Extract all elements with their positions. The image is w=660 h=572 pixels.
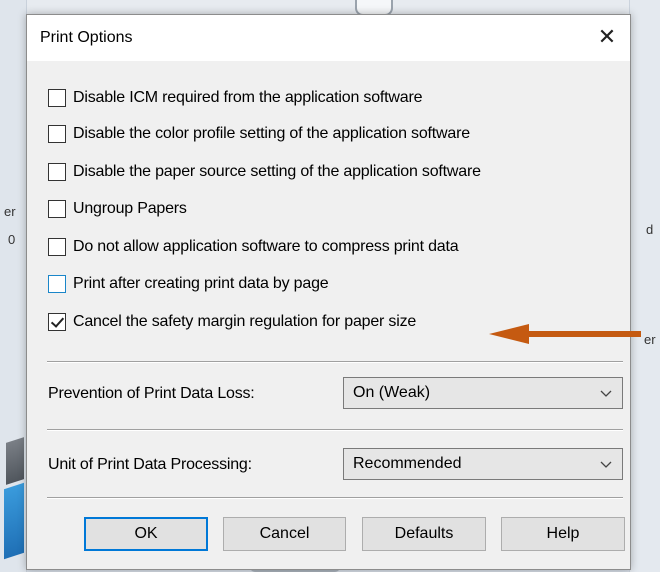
checkbox[interactable] [48,163,66,181]
checkbox[interactable] [48,238,66,256]
dialog-title: Print Options [40,29,133,46]
option-label: Print after creating print data by page [73,275,329,292]
print-options-dialog: Print Options ✕ Disable ICM required fro… [26,14,641,570]
option-label: Disable the paper source setting of the … [73,163,481,180]
separator [47,497,623,499]
arrow-shaft [523,331,641,337]
separator [47,429,623,431]
unit-value: Recommended [353,455,462,472]
option-cancel-safety-margin[interactable]: Cancel the safety margin regulation for … [48,311,416,333]
cancel-button[interactable]: Cancel [223,517,346,551]
option-no-compress[interactable]: Do not allow application software to com… [48,236,459,258]
checkbox-checked[interactable] [48,313,66,331]
background-window-right [629,0,660,572]
dialog-titlebar: Print Options ✕ [27,15,630,61]
option-disable-paper-source[interactable]: Disable the paper source setting of the … [48,161,481,183]
option-print-after-creating[interactable]: Print after creating print data by page [48,273,329,295]
defaults-button[interactable]: Defaults [362,517,486,551]
background-graphic-blue [4,482,24,560]
ok-button[interactable]: OK [84,517,208,551]
unit-label: Unit of Print Data Processing: [48,456,252,473]
arrow-left-icon [489,324,641,344]
screen: er 0 d er Print Options ✕ Disable ICM re… [0,0,660,572]
arrow-head [489,324,529,344]
prevention-select[interactable]: On (Weak) [343,377,623,409]
separator [47,361,623,363]
option-label: Disable ICM required from the applicatio… [73,89,423,106]
prevention-label: Prevention of Print Data Loss: [48,385,255,402]
background-text: er [4,204,16,219]
option-ungroup-papers[interactable]: Ungroup Papers [48,198,187,220]
close-icon: ✕ [597,25,617,50]
close-button[interactable]: ✕ [584,15,630,61]
help-button[interactable]: Help [501,517,625,551]
option-label: Ungroup Papers [73,200,187,217]
background-text: 0 [8,232,16,247]
unit-select[interactable]: Recommended [343,448,623,480]
checkbox[interactable] [48,125,66,143]
prevention-value: On (Weak) [353,384,431,401]
background-text: er [644,332,656,347]
option-label: Cancel the safety margin regulation for … [73,313,417,330]
chevron-down-icon [600,461,612,468]
checkbox[interactable] [48,89,66,107]
background-text: d [646,222,654,237]
option-label: Disable the color profile setting of the… [73,125,470,142]
option-disable-icm[interactable]: Disable ICM required from the applicatio… [48,87,422,109]
background-graphic [6,437,24,485]
checkbox[interactable] [48,275,66,293]
chevron-down-icon [600,390,612,397]
option-label: Do not allow application software to com… [73,238,459,255]
checkbox[interactable] [48,200,66,218]
option-disable-color-profile[interactable]: Disable the color profile setting of the… [48,123,470,145]
